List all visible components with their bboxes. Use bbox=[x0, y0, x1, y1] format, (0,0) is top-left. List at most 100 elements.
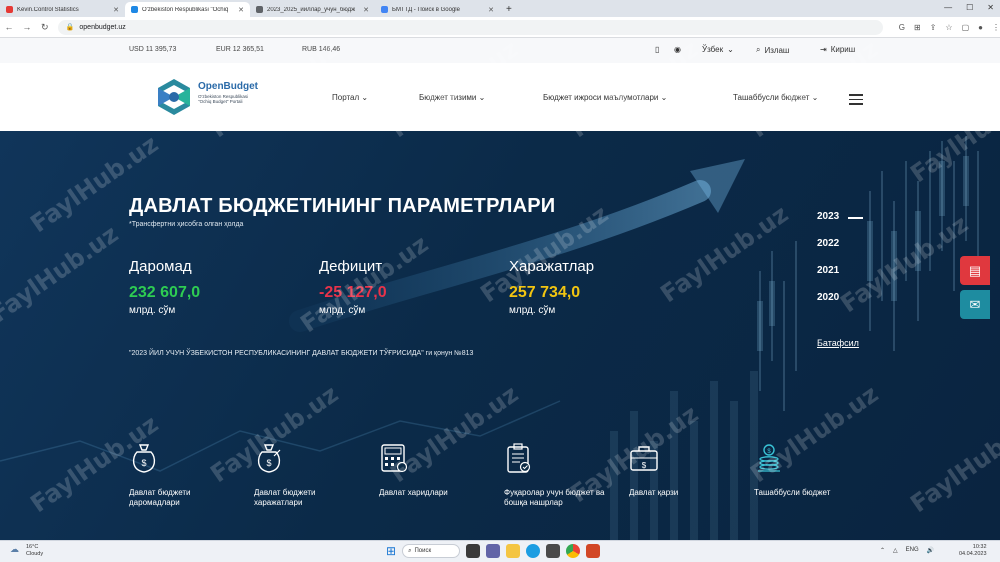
logo-title: OpenBudget bbox=[198, 81, 258, 92]
logo[interactable]: OpenBudget O'zbekiston Respublikasi "Och… bbox=[154, 77, 264, 117]
close-icon[interactable]: ✕ bbox=[488, 6, 494, 14]
chevron-down-icon: ⌄ bbox=[660, 93, 668, 102]
browser-tab-3[interactable]: БМТТД - Поиск в Google ✕ bbox=[375, 2, 500, 17]
language-select[interactable]: Ўзбек ⌄ bbox=[702, 45, 734, 54]
year-2022[interactable]: 2022 bbox=[817, 238, 839, 249]
year-2021[interactable]: 2021 bbox=[817, 265, 839, 276]
rate-eur: EUR 12 365,51 bbox=[216, 46, 264, 53]
google-drive-icon[interactable]: △ bbox=[893, 547, 898, 554]
tray-language[interactable]: ENG bbox=[906, 547, 919, 554]
powerpoint-icon[interactable] bbox=[586, 544, 601, 558]
chevron-down-icon: ⌄ bbox=[811, 93, 819, 102]
login-label: Кириш bbox=[830, 45, 856, 54]
hero-subtitle: *Трансфертни ҳисобга олган ҳолда bbox=[129, 221, 244, 228]
weather-widget[interactable]: ☁ 16°C Cloudy bbox=[10, 544, 44, 558]
svg-text:$: $ bbox=[266, 458, 271, 468]
menu-icon[interactable]: ⋮ bbox=[992, 23, 1000, 32]
logo-subtitle: O'zbekiston Respublikasi "Ochiq Budget" … bbox=[198, 94, 249, 104]
close-icon[interactable]: ✕ bbox=[363, 6, 369, 14]
expenditure-value: 257 734,0 bbox=[509, 284, 581, 301]
weather-temp: 16°C bbox=[26, 544, 39, 550]
money-bag-icon: $ bbox=[132, 444, 156, 473]
currency-strip: USD 11 395,73 EUR 12 365,51 RUB 146,46 ▯… bbox=[0, 38, 1000, 63]
file-explorer-icon[interactable] bbox=[506, 544, 521, 558]
forward-icon[interactable]: → bbox=[18, 22, 36, 32]
eye-icon[interactable]: ◉ bbox=[674, 45, 681, 54]
browser-tab-0[interactable]: Kevin.Control Statistics ✕ bbox=[0, 2, 125, 17]
tab-favicon-icon bbox=[381, 6, 388, 13]
profile-icon[interactable]: ● bbox=[978, 23, 983, 32]
nav-item-portal[interactable]: Портал ⌄ bbox=[332, 93, 368, 102]
star-icon[interactable]: ☆ bbox=[945, 23, 952, 32]
tab-favicon-icon bbox=[131, 6, 138, 13]
browser-tab-2[interactable]: 2023_2025_йиллар_учун_бюдж ✕ bbox=[250, 2, 375, 17]
hamburger-menu-icon[interactable] bbox=[849, 94, 863, 108]
chrome-icon[interactable] bbox=[566, 544, 581, 558]
more-link[interactable]: Батафсил bbox=[817, 338, 859, 348]
close-icon[interactable]: ✕ bbox=[238, 6, 244, 14]
maximize-icon[interactable]: ☐ bbox=[966, 3, 973, 12]
system-tray: ⌃ △ ENG 🔊 bbox=[880, 547, 934, 554]
category-revenues[interactable]: $ Давлат бюджети даромадлари bbox=[129, 442, 239, 508]
share-icon[interactable]: ⇪ bbox=[930, 23, 937, 32]
year-selector: 2023 2022 2021 2020 bbox=[817, 211, 864, 319]
category-citizens-budget[interactable]: Фуқаролар учун бюджет ва бошқа нашрлар bbox=[504, 442, 614, 508]
category-procurement[interactable]: Давлат харидлари bbox=[379, 442, 489, 498]
google-icon[interactable]: G bbox=[899, 23, 905, 32]
category-expenditures[interactable]: $ Давлат бюджети харажатлари bbox=[254, 442, 364, 508]
task-view-icon[interactable] bbox=[466, 544, 481, 558]
calculator-icon bbox=[381, 444, 408, 473]
revenue-value: 232 607,0 bbox=[129, 284, 201, 301]
category-label: Давлат бюджети харажатлари bbox=[254, 488, 316, 507]
new-tab-button[interactable]: + bbox=[500, 2, 518, 17]
edge-icon[interactable] bbox=[526, 544, 541, 558]
nav-item-budget-system[interactable]: Бюджет тизими ⌄ bbox=[419, 93, 485, 102]
teams-icon[interactable] bbox=[486, 544, 501, 558]
tab-title: O'zbekiston Respublikasi "Ochiq bbox=[142, 6, 229, 13]
rate-rub: RUB 146,46 bbox=[302, 46, 341, 53]
category-label: Давлат бюджети даромадлари bbox=[129, 488, 191, 507]
year-2020[interactable]: 2020 bbox=[817, 292, 839, 303]
tray-chevron-icon[interactable]: ⌃ bbox=[880, 547, 885, 554]
category-label: Ташаббусли бюджет bbox=[754, 488, 831, 497]
close-window-icon[interactable]: ✕ bbox=[987, 3, 994, 12]
side-feedback-button[interactable]: ✉ bbox=[960, 290, 990, 319]
mobile-icon[interactable]: ▯ bbox=[655, 45, 659, 54]
browser-tab-1[interactable]: O'zbekiston Respublikasi "Ochiq ✕ bbox=[125, 2, 250, 17]
law-reference: "2023 ЙИЛ УЧУН ЎЗБЕКИСТОН РЕСПУБЛИКАСИНИ… bbox=[129, 350, 474, 357]
year-2023[interactable]: 2023 bbox=[817, 211, 864, 222]
category-state-debt[interactable]: $ Давлат қарзи bbox=[629, 442, 739, 498]
side-report-button[interactable]: ▤ bbox=[960, 256, 990, 285]
weather-condition: Cloudy bbox=[26, 551, 44, 557]
nav-item-initiative-budget[interactable]: Ташаббусли бюджет ⌄ bbox=[733, 93, 818, 102]
reload-icon[interactable]: ↻ bbox=[36, 22, 54, 33]
chevron-down-icon: ⌄ bbox=[478, 93, 486, 102]
login-button[interactable]: ⇥ Кириш bbox=[820, 45, 855, 54]
url-field[interactable]: 🔒 openbudget.uz bbox=[57, 19, 883, 35]
minimize-icon[interactable]: — bbox=[944, 3, 952, 12]
clock-time: 10:32 bbox=[972, 544, 987, 550]
back-icon[interactable]: ← bbox=[0, 22, 18, 32]
windows-start-icon[interactable]: ⊞ bbox=[386, 544, 396, 558]
message-icon: ✉ bbox=[969, 296, 981, 312]
category-label: Давлат харидлари bbox=[379, 488, 448, 497]
nav-item-budget-execution[interactable]: Бюджет ижроси маълумотлари ⌄ bbox=[543, 93, 667, 102]
briefcase-icon: $ bbox=[630, 446, 658, 471]
tab-favicon-icon bbox=[256, 6, 263, 13]
hero-section: ДАВЛАТ БЮДЖЕТИНИНГ ПАРАМЕТРЛАРИ *Трансфе… bbox=[0, 131, 1000, 540]
tab-favicon-icon bbox=[6, 6, 13, 13]
deficit-unit: млрд. сўм bbox=[319, 305, 366, 316]
search-label: Излаш bbox=[764, 45, 790, 55]
sidebar-icon[interactable]: ▢ bbox=[962, 23, 970, 32]
chevron-down-icon: ⌄ bbox=[727, 45, 734, 54]
taskbar-search[interactable]: ⌕ Поиск bbox=[402, 544, 461, 558]
store-icon[interactable] bbox=[546, 544, 561, 558]
volume-icon[interactable]: 🔊 bbox=[927, 547, 934, 554]
clock[interactable]: 10:32 04.04.2023 bbox=[959, 544, 987, 558]
close-icon[interactable]: ✕ bbox=[113, 6, 119, 14]
search-button[interactable]: ⌕ Излаш bbox=[756, 45, 789, 55]
taskbar-search-label: Поиск bbox=[414, 548, 432, 554]
windows-taskbar: ☁ 16°C Cloudy ⊞ ⌕ Поиск ⌃ △ ENG 🔊 10:32 04.… bbox=[0, 540, 1000, 562]
category-initiative-budget[interactable]: $ Ташаббусли бюджет bbox=[754, 442, 864, 498]
translate-icon[interactable]: ⊞ bbox=[914, 23, 921, 32]
